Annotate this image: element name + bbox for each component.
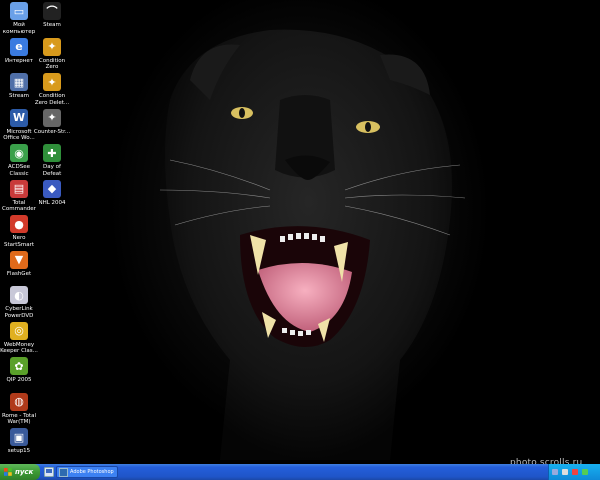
- desktop-icon-label: CyberLink PowerDVD: [4, 306, 34, 319]
- desktop-icon-nero[interactable]: ● Nero StartSmart: [0, 215, 38, 248]
- day-of-defeat-icon: ✚: [43, 144, 61, 162]
- desktop-background[interactable]: ▭ Мой компьютер ⌒ Steam e Интернет ✦ Condition …: [0, 0, 600, 464]
- internet-icon: e: [10, 37, 28, 56]
- desktop-icon-label: QIP 2005: [6, 377, 32, 383]
- powerdvd-icon: ◐: [10, 286, 28, 304]
- black-panther-wallpaper: [159, 29, 466, 460]
- quick-launch-icon[interactable]: [44, 467, 54, 477]
- microsoft-office-icon: W: [10, 108, 28, 127]
- desktop-icon-label: Day of Defeat: [42, 164, 62, 177]
- tray-icon-messenger[interactable]: [582, 469, 588, 475]
- taskbar-button-photoshop[interactable]: Adobe Photoshop: [56, 466, 118, 478]
- windows-logo-icon: [4, 468, 12, 476]
- desktop-icon-qip[interactable]: ✿ QIP 2005: [0, 357, 38, 384]
- tray-icon-antivirus[interactable]: [572, 469, 578, 475]
- total-commander-icon: ▤: [10, 179, 28, 198]
- desktop-icon-label: WebMoney Keeper Clas...: [0, 341, 38, 355]
- desktop-icon-flashget[interactable]: ▼ FlashGet: [0, 250, 38, 278]
- desktop-icon-counter-strike[interactable]: ✦ Counter-Str...: [33, 108, 71, 136]
- acdsee-icon: ◉: [10, 144, 28, 162]
- desktop-icon-powerdvd[interactable]: ◐ CyberLink PowerDVD: [0, 286, 38, 319]
- start-button[interactable]: пуск: [0, 464, 40, 480]
- condition-zero-deleted-icon: ✦: [43, 73, 61, 91]
- tray-icon-network[interactable]: [552, 469, 558, 475]
- taskbar-button-label: Adobe Photoshop: [70, 469, 114, 475]
- desktop-icon-label: Condition Zero Delet...: [34, 93, 70, 106]
- nero-icon: ●: [10, 215, 28, 233]
- my-computer-icon: ▭: [10, 2, 28, 20]
- desktop-icon-label: Nero StartSmart: [3, 235, 35, 248]
- qip-icon: ✿: [10, 357, 28, 375]
- steam-icon: ⌒: [43, 2, 61, 20]
- nhl-2004-icon: ◆: [43, 179, 61, 198]
- desktop-icon-condition-zero[interactable]: ✦ Condition Zero: [33, 37, 71, 71]
- rome-total-war-icon: ◍: [10, 392, 28, 411]
- desktop-icon-setup15[interactable]: ▣ setup15: [0, 428, 38, 455]
- webmoney-icon: ◎: [10, 321, 28, 340]
- desktop-icon-webmoney[interactable]: ◎ WebMoney Keeper Clas...: [0, 321, 38, 355]
- desktop-icon-nhl-2004[interactable]: ◆ NHL 2004: [33, 179, 71, 207]
- start-button-label: пуск: [15, 468, 34, 476]
- desktop-icon-label: Rome - Total War(TM): [1, 412, 36, 426]
- tray-icon-volume[interactable]: [562, 469, 568, 475]
- desktop-icon-condition-zero-deleted[interactable]: ✦ Condition Zero Delet...: [33, 73, 71, 106]
- desktop-icon-steam[interactable]: ⌒ Steam: [33, 2, 71, 29]
- desktop-icon-rome-total-war[interactable]: ◍ Rome - Total War(TM): [0, 392, 38, 426]
- desktop-icon-label: Condition Zero: [38, 57, 66, 71]
- flashget-icon: ▼: [10, 250, 28, 269]
- desktop-icon-label: FlashGet: [6, 270, 32, 277]
- desktop-icon-label: Steam: [43, 22, 61, 28]
- condition-zero-icon: ✦: [43, 37, 61, 56]
- setup15-icon: ▣: [10, 428, 28, 446]
- system-tray: [548, 464, 600, 480]
- stream-icon: ▦: [10, 73, 28, 91]
- desktop-icon-label: Counter-Str...: [33, 128, 71, 135]
- desktop-icon-day-of-defeat[interactable]: ✚ Day of Defeat: [33, 144, 71, 177]
- taskbar: пуск Adobe Photoshop: [0, 464, 600, 480]
- counter-strike-icon: ✦: [43, 108, 61, 127]
- photoshop-icon: [59, 467, 68, 477]
- desktop-icon-label: NHL 2004: [38, 199, 66, 206]
- desktop-icon-label: setup15: [7, 448, 31, 454]
